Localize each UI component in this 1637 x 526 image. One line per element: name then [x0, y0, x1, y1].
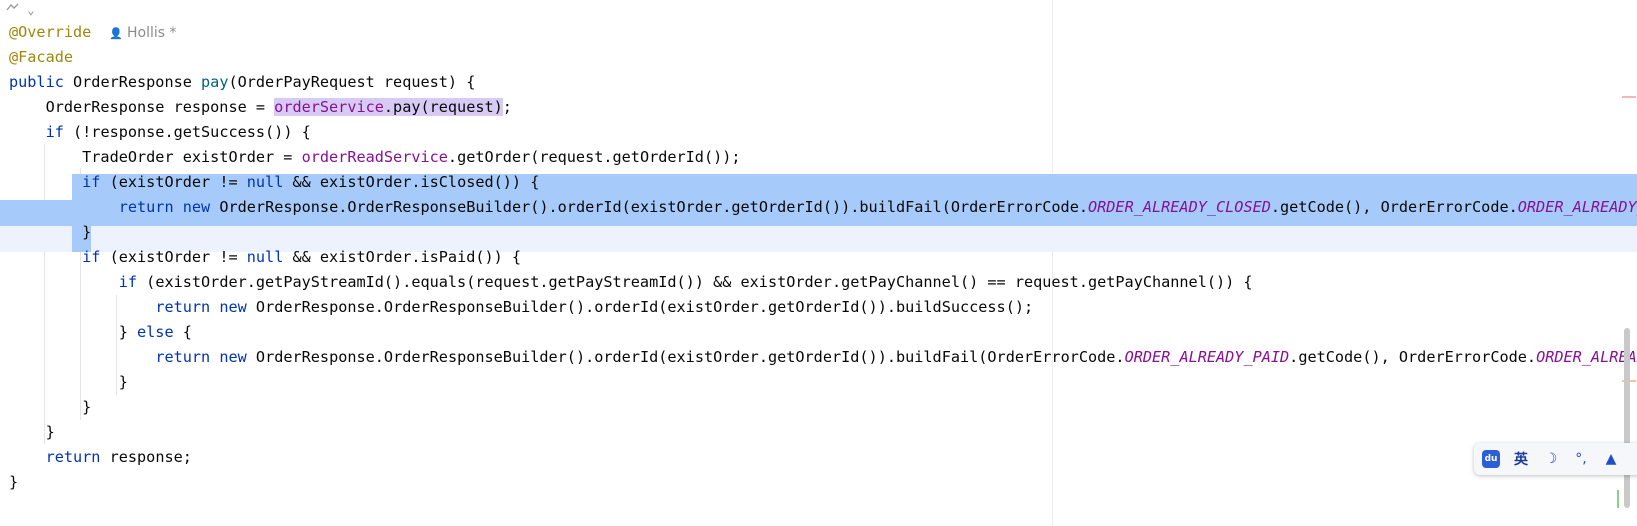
code-token: ORDER_ALREADY_PAID [1124, 348, 1290, 366]
gutter-menu[interactable]: ⌄ [6, 2, 34, 20]
code-token: orderService [274, 98, 384, 116]
code-token: .getCode(), OrderErrorCode. [1289, 348, 1537, 366]
code-token: if [45, 123, 64, 141]
code-token: if [82, 173, 101, 191]
code-line[interactable]: public OrderResponse pay(OrderPayRequest… [0, 69, 1637, 95]
code-token: (existOrder != [100, 248, 247, 266]
code-token: return [155, 298, 211, 316]
code-token: public [9, 73, 64, 91]
code-line[interactable]: return new OrderResponse.OrderResponseBu… [0, 344, 1637, 370]
gutter-menu-icon[interactable] [6, 2, 20, 17]
code-line[interactable]: @Override 👤 Hollis * [0, 19, 1637, 45]
code-token: (existOrder != [100, 173, 247, 191]
code-token: new [182, 198, 211, 216]
code-token: if [82, 248, 101, 266]
code-line[interactable]: } [0, 219, 1637, 245]
code-token: orderReadService [301, 148, 448, 166]
code-line[interactable]: } [0, 394, 1637, 420]
code-token: } [9, 373, 128, 391]
chevron-down-icon[interactable]: ⌄ [27, 3, 34, 17]
code-token: ; [502, 98, 512, 116]
code-line[interactable]: OrderResponse response = orderService.pa… [0, 94, 1637, 120]
code-token: @Override [9, 23, 92, 41]
code-token: return [118, 198, 174, 216]
code-token: && existOrder.isClosed()) { [283, 173, 540, 191]
code-line[interactable]: if (!response.getSuccess()) { [0, 119, 1637, 145]
code-line[interactable]: @Facade [0, 44, 1637, 70]
change-marker[interactable] [1617, 490, 1619, 508]
code-token: pay [201, 73, 229, 91]
punctuation-icon[interactable]: °, [1572, 450, 1590, 468]
code-token: null [246, 248, 284, 266]
code-token: TradeOrder existOrder = [9, 148, 302, 166]
author-name: Hollis * [127, 25, 177, 41]
code-line[interactable]: } [0, 419, 1637, 445]
code-line[interactable]: } [0, 369, 1637, 395]
code-token: .getOrder(request.getOrderId()); [447, 148, 741, 166]
code-line[interactable]: return response; [0, 444, 1637, 470]
code-line[interactable]: return new OrderResponse.OrderResponseBu… [0, 294, 1637, 320]
code-token: } [9, 223, 92, 241]
code-token: return [45, 448, 101, 466]
code-token: .pay(request) [383, 98, 503, 116]
code-token: { [173, 323, 192, 341]
person-icon: 👤 [109, 27, 123, 40]
code-token: } [9, 323, 138, 341]
code-line[interactable]: return new OrderResponse.OrderResponseBu… [0, 194, 1637, 220]
code-token: } [9, 398, 92, 416]
code-author-hint[interactable]: 👤 Hollis * [109, 25, 176, 41]
code-token: new [219, 298, 247, 316]
code-token: } [9, 473, 19, 491]
code-token: OrderResponse [63, 73, 202, 91]
code-token: ORDER_ALREADY_CLOSED [1517, 198, 1637, 216]
code-line[interactable]: if (existOrder != null && existOrder.isC… [0, 169, 1637, 195]
code-token: OrderResponse.OrderResponseBuilder().ord… [246, 348, 1125, 366]
code-token: ORDER_ALREADY_PAID [1536, 348, 1637, 366]
code-line[interactable]: if (existOrder != null && existOrder.isP… [0, 244, 1637, 270]
code-line[interactable]: } [0, 469, 1637, 495]
language-toggle[interactable]: 英 [1512, 450, 1530, 468]
code-token: OrderResponse response = [9, 98, 275, 116]
vertical-scrollbar[interactable] [1624, 328, 1630, 508]
code-token: OrderResponse.OrderResponseBuilder().ord… [246, 298, 1034, 316]
code-token: (!response.getSuccess()) { [63, 123, 311, 141]
ime-logo-icon[interactable]: du [1482, 450, 1500, 468]
code-token: (OrderPayRequest request) { [228, 73, 476, 91]
moon-icon[interactable]: ☽ [1542, 450, 1560, 468]
skin-icon[interactable]: ▲ [1602, 450, 1620, 468]
code-line[interactable]: if (existOrder.getPayStreamId().equals(r… [0, 269, 1637, 295]
error-stripe-mark[interactable] [1622, 96, 1636, 98]
code-token: (existOrder.getPayStreamId().equals(requ… [137, 273, 1253, 291]
code-token: new [219, 348, 247, 366]
code-token: return [155, 348, 211, 366]
ime-toolbar[interactable]: du 英 ☽ °, ▲ [1474, 443, 1637, 475]
code-editor[interactable]: ⌄ @Override 👤 Hollis * @Facade public OrderR… [0, 0, 1637, 526]
code-token: else [137, 323, 174, 341]
code-token: if [118, 273, 138, 291]
code-line[interactable]: TradeOrder existOrder = orderReadService… [0, 144, 1637, 170]
code-token: @Facade [9, 48, 74, 66]
code-token: response; [100, 448, 192, 466]
code-line[interactable]: } else { [0, 319, 1637, 345]
code-token: null [246, 173, 284, 191]
code-token: ORDER_ALREADY_CLOSED [1088, 198, 1271, 216]
code-token: && existOrder.isPaid()) { [283, 248, 522, 266]
code-token: OrderResponse.OrderResponseBuilder().ord… [210, 198, 1088, 216]
code-token: .getCode(), OrderErrorCode. [1270, 198, 1518, 216]
code-token: } [9, 423, 55, 441]
